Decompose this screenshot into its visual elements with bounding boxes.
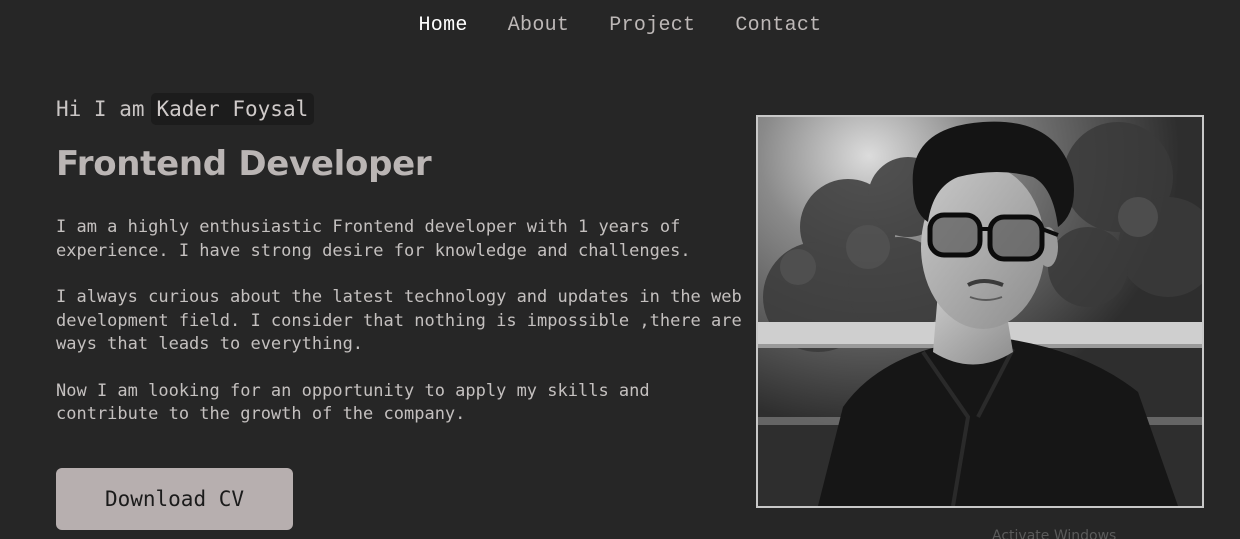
download-cv-button[interactable]: Download CV xyxy=(56,468,293,530)
nav-link-about[interactable]: About xyxy=(508,14,570,37)
nav-link-project[interactable]: Project xyxy=(609,14,695,37)
nav-link-home[interactable]: Home xyxy=(419,14,468,37)
main-nav: Home About Project Contact xyxy=(0,14,1240,37)
profile-photo xyxy=(756,115,1204,508)
bio-paragraph-experience: I am a highly enthusiastic Frontend deve… xyxy=(56,217,691,261)
bio-paragraph-curiosity: I always curious about the latest techno… xyxy=(56,287,742,354)
name-highlight: Kader Foysal xyxy=(150,93,315,125)
bio: I am a highly enthusiastic Frontend deve… xyxy=(56,216,746,427)
hero-section: Hi I am Kader Foysal Frontend Developer … xyxy=(56,90,746,450)
bio-paragraph-opportunity: Now I am looking for an opportunity to a… xyxy=(56,380,650,425)
activate-windows-watermark: Activate Windows xyxy=(992,528,1117,539)
role-title: Frontend Developer xyxy=(56,144,432,184)
profile-photo-illustration xyxy=(758,117,1202,506)
greeting: Hi I am Kader Foysal xyxy=(56,90,746,128)
greeting-prefix: Hi I am xyxy=(56,97,145,121)
nav-link-contact[interactable]: Contact xyxy=(735,14,821,37)
